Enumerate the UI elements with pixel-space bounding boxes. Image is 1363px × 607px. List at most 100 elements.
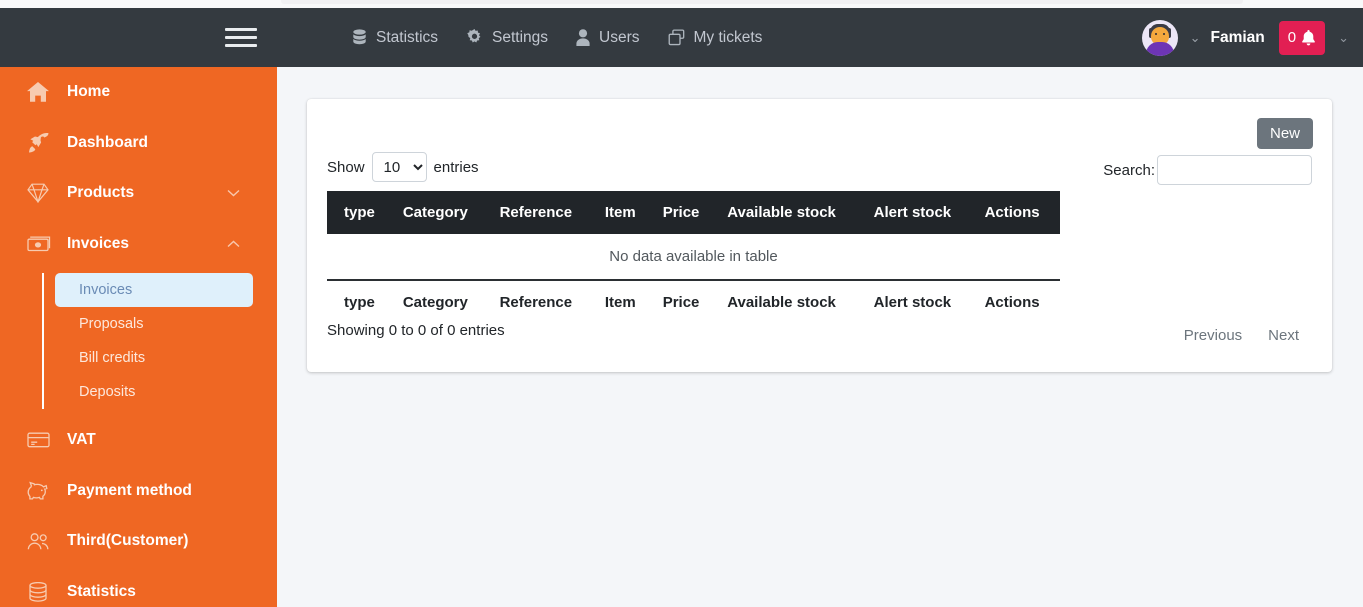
table-empty-row: No data available in table xyxy=(327,234,1060,281)
user-icon xyxy=(576,29,590,46)
menu-bar-1 xyxy=(225,28,257,31)
sidebar-item-label: Home xyxy=(67,83,111,101)
datatable-footer: Showing 0 to 0 of 0 entries Previous Nex… xyxy=(327,322,1312,352)
gear-icon xyxy=(466,29,483,46)
column-header-item[interactable]: Item xyxy=(594,191,653,234)
column-header-type[interactable]: type xyxy=(327,191,393,234)
avatar[interactable] xyxy=(1141,19,1178,56)
credit-card-icon xyxy=(27,431,57,449)
menu-bars-icon[interactable] xyxy=(225,25,257,51)
datatable-controls: Show 10 25 50 100 entries Search: xyxy=(327,152,1312,186)
footer-header-actions[interactable]: Actions xyxy=(975,280,1060,324)
table-header-row: type Category Reference Item Price Avail… xyxy=(327,191,1060,234)
pagination: Previous Next xyxy=(1171,321,1312,350)
sidebar-item-invoices[interactable]: Invoices xyxy=(0,219,277,270)
sidebar-item-dashboard[interactable]: Dashboard xyxy=(0,118,277,169)
username-label[interactable]: Famian xyxy=(1210,29,1264,47)
gem-icon xyxy=(27,183,57,204)
notifications-badge[interactable]: 0 xyxy=(1278,20,1326,55)
chevron-down-icon[interactable] xyxy=(227,189,240,197)
money-icon xyxy=(27,235,57,253)
nav-link-settings[interactable]: Settings xyxy=(452,23,562,53)
menu-bar-2 xyxy=(225,36,257,39)
sidebar-item-label: Statistics xyxy=(67,582,136,600)
nav-link-label: My tickets xyxy=(693,28,763,46)
entries-select[interactable]: 10 25 50 100 xyxy=(371,152,427,182)
entries-label: entries xyxy=(433,158,479,176)
sidebar-item-products[interactable]: Products xyxy=(0,168,277,219)
database-icon xyxy=(352,29,367,46)
sidebar: Home Dashboard Products Invoices Invoice… xyxy=(0,67,277,607)
table-footer-row: type Category Reference Item Price Avail… xyxy=(327,280,1060,324)
sidebar-item-vat[interactable]: VAT xyxy=(0,415,277,466)
database-icon xyxy=(27,581,57,602)
footer-header-type[interactable]: type xyxy=(327,280,393,324)
sidebar-subitem-label: Invoices xyxy=(79,282,133,298)
sidebar-subitem-invoices[interactable]: Invoices xyxy=(55,273,253,307)
avatar-body xyxy=(1145,41,1174,56)
column-header-price[interactable]: Price xyxy=(652,191,718,234)
table-footer: type Category Reference Item Price Avail… xyxy=(327,280,1060,324)
page-top-strip-inner xyxy=(281,0,1243,4)
page-top-strip xyxy=(0,0,1363,8)
bell-icon xyxy=(1301,29,1316,46)
sidebar-submenu-invoices: Invoices Proposals Bill credits Deposits xyxy=(42,273,277,409)
table-empty-message: No data available in table xyxy=(327,234,1060,281)
sidebar-subitem-proposals[interactable]: Proposals xyxy=(55,307,253,341)
column-header-actions[interactable]: Actions xyxy=(974,191,1060,234)
sidebar-item-label: VAT xyxy=(67,431,96,449)
search-control: Search: xyxy=(1103,155,1312,185)
footer-header-available-stock[interactable]: Available stock xyxy=(717,280,863,324)
sidebar-item-label: Invoices xyxy=(67,234,130,252)
column-header-alert-stock[interactable]: Alert stock xyxy=(863,191,975,234)
navbar-right: ⌄ Famian 0 ⌄ xyxy=(1141,8,1363,67)
nav-link-statistics[interactable]: Statistics xyxy=(338,23,452,53)
column-header-available-stock[interactable]: Available stock xyxy=(717,191,864,234)
footer-header-reference[interactable]: Reference xyxy=(490,280,595,324)
sidebar-item-payment-method[interactable]: Payment method xyxy=(0,466,277,517)
tickets-icon xyxy=(668,29,685,46)
notifications-count: 0 xyxy=(1287,29,1297,46)
entries-info: Showing 0 to 0 of 0 entries xyxy=(327,322,505,339)
footer-header-category[interactable]: Category xyxy=(393,280,490,324)
nav-link-label: Users xyxy=(599,28,640,46)
sidebar-subitem-label: Deposits xyxy=(79,384,136,400)
sidebar-item-statistics[interactable]: Statistics xyxy=(0,567,277,607)
chevron-down-icon[interactable]: ⌄ xyxy=(1190,30,1201,46)
footer-header-item[interactable]: Item xyxy=(595,280,653,324)
entries-length-control: Show 10 25 50 100 entries xyxy=(327,152,479,182)
table-header: type Category Reference Item Price Avail… xyxy=(327,191,1060,234)
show-label: Show xyxy=(327,158,365,176)
nav-link-my-tickets[interactable]: My tickets xyxy=(654,23,777,53)
chevron-up-icon[interactable] xyxy=(227,240,240,248)
nav-link-label: Statistics xyxy=(376,28,439,46)
sidebar-item-home[interactable]: Home xyxy=(0,67,277,118)
footer-header-alert-stock[interactable]: Alert stock xyxy=(864,280,975,324)
search-input[interactable] xyxy=(1157,155,1312,185)
notifications-chevron-down-icon[interactable]: ⌄ xyxy=(1338,30,1349,46)
sidebar-subitem-bill-credits[interactable]: Bill credits xyxy=(55,341,253,375)
content-area: New Show 10 25 50 100 entries Search: xyxy=(277,67,1363,607)
rocket-icon xyxy=(27,132,57,153)
sidebar-item-label: Dashboard xyxy=(67,133,148,151)
invoices-card: New Show 10 25 50 100 entries Search: xyxy=(307,99,1332,372)
new-button[interactable]: New xyxy=(1256,118,1313,149)
invoices-table: type Category Reference Item Price Avail… xyxy=(327,191,1060,324)
nav-link-label: Settings xyxy=(492,28,549,46)
users-group-icon xyxy=(27,532,57,551)
sidebar-subitem-label: Bill credits xyxy=(79,350,146,366)
search-label: Search: xyxy=(1103,161,1155,179)
app-root: Statistics Settings Users My tickets ⌄ F… xyxy=(0,0,1363,607)
nav-link-users[interactable]: Users xyxy=(562,23,653,53)
sidebar-item-third-customer[interactable]: Third(Customer) xyxy=(0,516,277,567)
footer-header-price[interactable]: Price xyxy=(653,280,718,324)
sidebar-subitem-deposits[interactable]: Deposits xyxy=(55,375,253,409)
column-header-category[interactable]: Category xyxy=(392,191,490,234)
previous-page-button[interactable]: Previous xyxy=(1171,321,1255,350)
column-header-reference[interactable]: Reference xyxy=(489,191,595,234)
navbar-links: Statistics Settings Users My tickets xyxy=(338,23,776,53)
sidebar-item-label: Third(Customer) xyxy=(67,532,189,550)
next-page-button[interactable]: Next xyxy=(1255,321,1312,350)
sidebar-item-label: Products xyxy=(67,184,135,202)
avatar-eye-left xyxy=(1154,32,1157,35)
